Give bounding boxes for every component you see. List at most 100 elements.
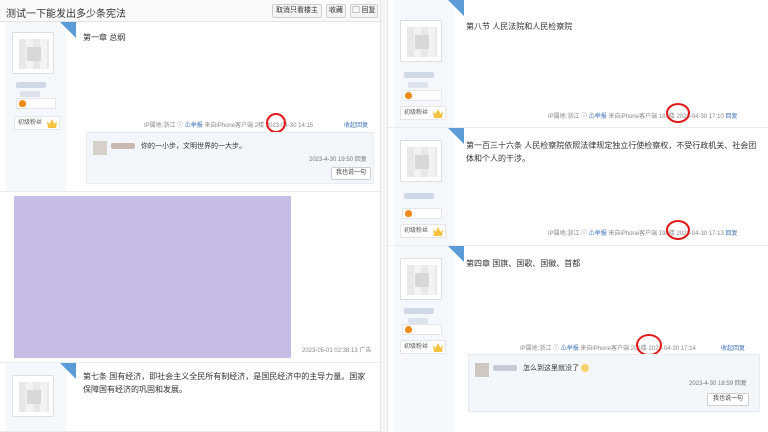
post-meta: IP属地:浙江 ⓘ ⚠举报 来自iPhone客户端 201楼 2023-04-3… (520, 346, 696, 352)
floor-post: 初级粉丝 第一百三十六条 人民检察院依照法律规定独立行使检察权，不受行政机关、社… (388, 128, 768, 246)
floor-number: 2楼 (254, 123, 265, 129)
avatar[interactable] (400, 258, 442, 300)
crown-icon (433, 227, 443, 236)
crown-icon (433, 109, 443, 118)
report-label: 举报 (190, 123, 203, 129)
annotation-circle (636, 334, 662, 356)
ip-location: IP属地:浙江 (520, 346, 552, 352)
reply-username[interactable] (111, 143, 135, 149)
report-link[interactable]: ⚠举报 (561, 346, 579, 352)
right-screenshot-panel: 初级粉丝 第八节 人民法院和人民检察院 IP属地:浙江 ⓘ ⚠举报 来自iPho… (387, 0, 768, 432)
ad-time: 2023-05-01 02:38:13 (302, 348, 358, 354)
username[interactable] (404, 72, 434, 78)
fan-badge (402, 324, 442, 335)
floor-post: 第七条 国有经济，即社会主义全民所有制经济，是国民经济中的主导力量。国家保障国有… (0, 362, 380, 432)
reply-time: 2023-4-30 18:59 回复 (689, 378, 747, 387)
ip-location: IP属地:浙江 (548, 114, 580, 120)
report-label: 举报 (566, 346, 579, 352)
client-source: 来自iPhone客户端 (580, 346, 630, 352)
left-screenshot-panel: 测试一下能发出多少条宪法 取消只看楼主 收藏 ▢ 回复 初级粉丝 第一章 总纲 … (0, 0, 381, 432)
client-source: 来自iPhone客户端 (608, 114, 658, 120)
fan-badge (402, 90, 442, 101)
reply-time: 2023-4-30 19:50 回复 (309, 154, 367, 163)
cancel-op-only-button[interactable]: 取消只看楼主 (272, 4, 322, 18)
reply-button-label: 回复 (361, 7, 376, 14)
crown-icon (47, 119, 57, 128)
annotation-circle (266, 113, 286, 133)
avatar[interactable] (12, 32, 54, 74)
reply-time-value: 2023-4-30 18:59 (689, 381, 734, 387)
ad-label: 广告 (359, 348, 372, 354)
report-link[interactable]: ⚠举报 (185, 123, 203, 129)
reply-text: 你的一小步，文明世界的一大步。 (141, 143, 246, 150)
floor-post: 初级粉丝 第一章 总纲 IP属地:浙江 ⓘ ⚠举报 来自iPhone客户端 2楼… (0, 22, 380, 192)
fire-icon (405, 210, 412, 217)
avatar[interactable] (400, 20, 442, 62)
thread-header: 测试一下能发出多少条宪法 取消只看楼主 收藏 ▢ 回复 (0, 0, 380, 22)
ad-meta: 2023-05-01 02:38:13 广告 (302, 345, 371, 354)
reply-text: 怎么到这里就没了 (523, 363, 589, 373)
fan-badge (402, 208, 442, 219)
fire-icon (405, 92, 412, 99)
reply-link[interactable]: 回复 (725, 114, 737, 120)
report-label: 举报 (594, 114, 607, 120)
post-content: 第四章 国旗、国歌、国徽、首都 (466, 259, 581, 268)
post-meta: IP属地:浙江 ⓘ ⚠举报 来自iPhone客户端 198楼 2023-04-3… (548, 231, 738, 237)
post-content: 第一百三十六条 人民检察院依照法律规定独立行使检察权，不受行政机关、社会团体和个… (466, 141, 757, 163)
post-content: 第七条 国有经济，即社会主义全民所有制经济，是国民经济中的主导力量。国家保障国有… (83, 372, 366, 394)
avatar[interactable] (400, 140, 442, 182)
reply-link[interactable]: 回复 (725, 231, 737, 237)
floor-post: 初级粉丝 第四章 国旗、国歌、国徽、首都 IP属地:浙江 ⓘ ⚠举报 来自iPh… (388, 246, 768, 432)
level-label: 初级粉丝 (404, 110, 429, 116)
say-something-button[interactable]: 我也说一句 (707, 393, 749, 406)
fire-icon (405, 326, 412, 333)
report-link[interactable]: ⚠举报 (589, 114, 607, 120)
thread-title: 测试一下能发出多少条宪法 (6, 9, 126, 20)
reply-avatar[interactable] (475, 363, 489, 377)
level-label: 初级粉丝 (404, 344, 429, 350)
level-badge: 初级粉丝 (400, 340, 446, 354)
ip-location: IP属地:浙江 (548, 231, 580, 237)
level-badge: 初级粉丝 (400, 106, 446, 120)
reply-box: 怎么到这里就没了 2023-4-30 18:59 回复 我也说一句 (468, 354, 760, 412)
reply-avatar[interactable] (93, 141, 107, 155)
reply-time-value: 2023-4-30 19:50 (309, 157, 354, 163)
floor-post: 初级粉丝 第八节 人民法院和人民检察院 IP属地:浙江 ⓘ ⚠举报 来自iPho… (388, 0, 768, 128)
username-sub (20, 91, 40, 97)
reply-link[interactable]: 回复 (355, 157, 367, 163)
client-source: 来自iPhone客户端 (608, 231, 658, 237)
reply-text-value: 怎么到这里就没了 (523, 365, 579, 372)
collapse-replies-link[interactable]: 收起回复 (344, 120, 368, 129)
annotation-circle (666, 103, 690, 123)
username-sub (408, 82, 428, 88)
ad-image[interactable] (14, 196, 291, 358)
level-badge: 初级粉丝 (400, 224, 446, 238)
level-label: 初级粉丝 (18, 120, 43, 126)
report-label: 举报 (594, 231, 607, 237)
reply-link[interactable]: 回复 (735, 381, 747, 387)
annotation-circle (666, 220, 690, 240)
collapse-replies-link[interactable]: 收起回复 (721, 343, 745, 352)
crown-icon (433, 343, 443, 352)
avatar[interactable] (12, 375, 54, 417)
username[interactable] (404, 193, 434, 199)
say-something-button[interactable]: 我也说一句 (331, 167, 371, 180)
reply-button[interactable]: ▢ 回复 (350, 4, 378, 18)
post-content: 第八节 人民法院和人民检察院 (466, 22, 573, 31)
reply-username[interactable] (493, 365, 517, 371)
username[interactable] (16, 82, 46, 88)
fan-badge (16, 98, 56, 109)
fire-icon (19, 100, 26, 107)
post-content: 第一章 总纲 (83, 33, 126, 42)
client-source: 来自iPhone客户端 (204, 123, 254, 129)
level-badge: 初级粉丝 (14, 116, 60, 130)
ip-location: IP属地:浙江 (144, 123, 176, 129)
report-link[interactable]: ⚠举报 (589, 231, 607, 237)
favorite-button[interactable]: 收藏 (326, 4, 346, 18)
reply-box: 你的一小步，文明世界的一大步。 2023-4-30 19:50 回复 我也说一句 (86, 132, 374, 184)
username[interactable] (404, 308, 434, 314)
level-label: 初级粉丝 (404, 228, 429, 234)
post-meta: IP属地:浙江 ⓘ ⚠举报 来自iPhone客户端 2楼 2023-04-30 … (144, 123, 314, 129)
emoji-icon (580, 364, 589, 373)
post-meta: IP属地:浙江 ⓘ ⚠举报 来自iPhone客户端 187楼 2023-04-3… (548, 114, 738, 120)
